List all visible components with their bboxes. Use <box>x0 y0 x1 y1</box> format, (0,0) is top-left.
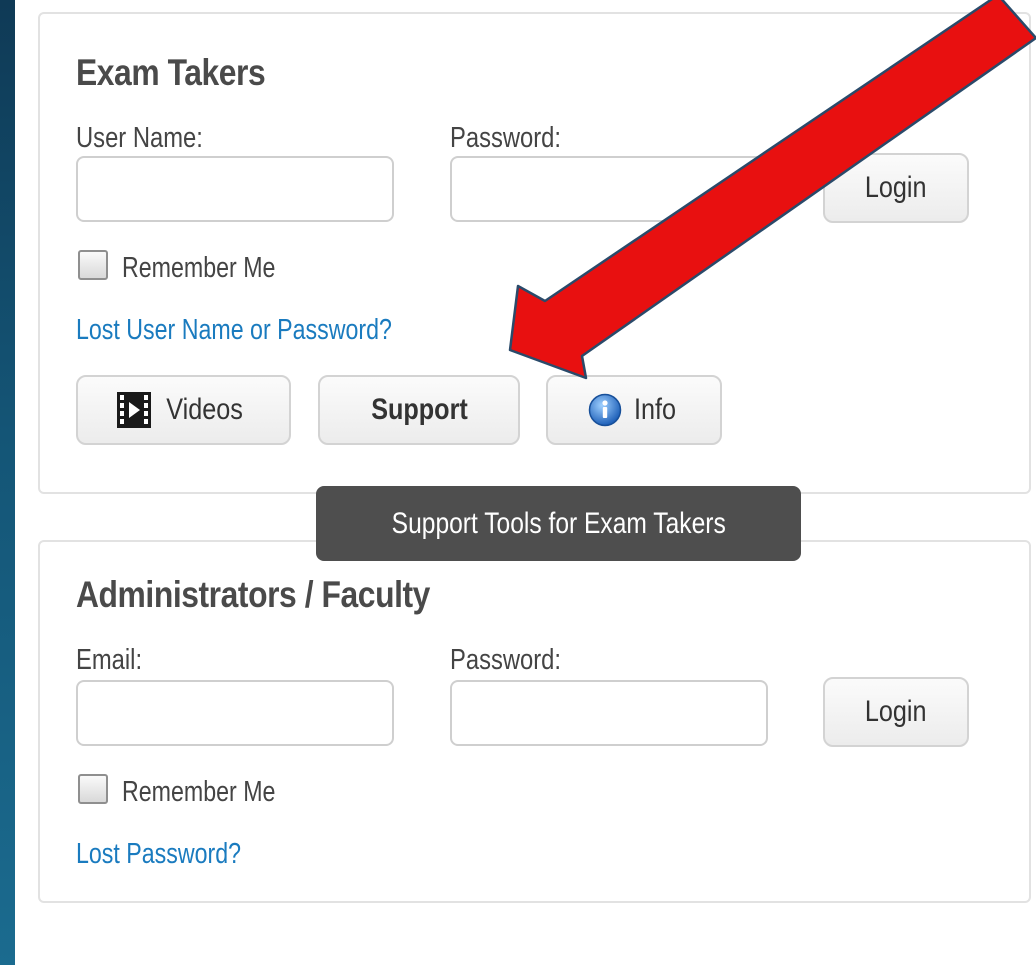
lost-password-link[interactable]: Lost Password? <box>76 838 241 871</box>
film-icon <box>116 392 151 428</box>
remember-me-label: Remember Me <box>122 252 276 284</box>
videos-button[interactable]: Videos <box>76 375 291 445</box>
admin-password-label: Password: <box>450 644 562 676</box>
exam-login-label: Login <box>865 171 927 204</box>
info-label: Info <box>633 393 677 426</box>
support-tooltip-text: Support Tools for Exam Takers <box>391 506 726 540</box>
videos-label: Videos <box>166 393 243 426</box>
email-label: Email: <box>76 644 143 676</box>
exam-takers-panel: Exam Takers User Name: Password: Login R… <box>38 12 1031 494</box>
support-label: Support <box>370 393 468 426</box>
exam-takers-title: Exam Takers <box>76 52 266 93</box>
username-label: User Name: <box>76 122 203 154</box>
admin-password-input[interactable] <box>450 680 768 746</box>
info-button[interactable]: Info <box>546 375 722 445</box>
remember-me-checkbox[interactable] <box>78 250 108 280</box>
administrators-title: Administrators / Faculty <box>76 574 430 615</box>
support-button[interactable]: Support <box>318 375 520 445</box>
exam-login-button[interactable]: Login <box>823 153 969 223</box>
admin-remember-me-checkbox[interactable] <box>78 774 108 804</box>
lost-username-password-link[interactable]: Lost User Name or Password? <box>76 314 392 347</box>
password-label: Password: <box>450 122 562 154</box>
password-input[interactable] <box>450 156 768 222</box>
admin-login-button[interactable]: Login <box>823 677 969 747</box>
info-icon <box>588 393 622 427</box>
administrators-panel: Administrators / Faculty Email: Password… <box>38 540 1031 903</box>
admin-login-label: Login <box>865 695 927 728</box>
support-tooltip: Support Tools for Exam Takers <box>316 486 801 561</box>
admin-remember-me-label: Remember Me <box>122 776 276 808</box>
username-input[interactable] <box>76 156 394 222</box>
login-page: Exam Takers User Name: Password: Login R… <box>15 0 1036 965</box>
email-input[interactable] <box>76 680 394 746</box>
